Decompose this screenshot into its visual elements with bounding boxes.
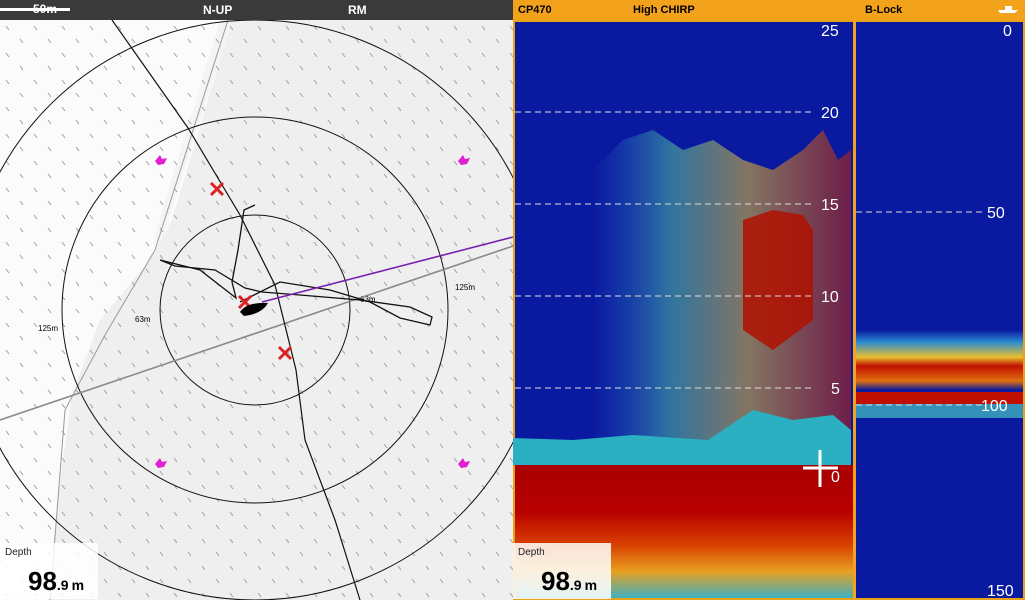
sonar-display[interactable]: 25 20 15 10 5 0 0 50 100 150 <box>513 20 1025 600</box>
orientation-mode[interactable]: N-UP <box>203 3 232 17</box>
sonar-frequency[interactable]: High CHIRP <box>633 4 695 16</box>
boat-icon <box>997 4 1019 17</box>
scale-label-20: 20 <box>821 105 839 122</box>
ring-label-outer-left: 125m <box>38 324 58 333</box>
ring-label-outer-right: 125m <box>455 283 475 292</box>
bottom-lock-title: B-Lock <box>865 4 903 16</box>
scale-label-0: 0 <box>831 469 840 486</box>
chart-status-bar: 50m N-UP RM <box>0 0 513 20</box>
depth-label: Depth <box>5 547 32 558</box>
lock-scale-0: 0 <box>1003 23 1012 40</box>
scale-label-10: 10 <box>821 289 839 306</box>
chart-map[interactable]: 63m 63m 125m 125m <box>0 20 513 600</box>
lock-scale-150: 150 <box>987 583 1014 600</box>
bottom-lock-view <box>856 22 1023 598</box>
scale-label-25: 25 <box>821 23 839 40</box>
lock-scale-50: 50 <box>987 205 1005 222</box>
lock-echo-band <box>856 330 1023 390</box>
motion-mode[interactable]: RM <box>348 3 367 17</box>
depth-value: 98.9 m <box>28 566 85 596</box>
scale-label-5: 5 <box>831 381 840 398</box>
ring-label-inner-left: 63m <box>135 315 151 324</box>
sonar-depth-databox[interactable]: Depth 98.9 m <box>513 543 611 599</box>
depth-databox[interactable]: Depth 98.9 m <box>0 543 98 599</box>
sonar-panel[interactable]: CP470 High CHIRP B-Lock 25 20 15 10 5 0 … <box>513 0 1025 600</box>
sonar-status-bar: CP470 High CHIRP B-Lock <box>513 0 1025 20</box>
chart-panel[interactable]: 50m N-UP RM 63m 63m 125m 125m Depth 98.9… <box>0 0 513 600</box>
lock-scale-100: 100 <box>981 398 1008 415</box>
scale-bar-label: 50m <box>33 2 58 16</box>
sonar-depth-value: 98.9 m <box>541 566 598 596</box>
scale-label-15: 15 <box>821 197 839 214</box>
sonar-source[interactable]: CP470 <box>518 4 552 16</box>
sonar-depth-label: Depth <box>518 547 545 558</box>
